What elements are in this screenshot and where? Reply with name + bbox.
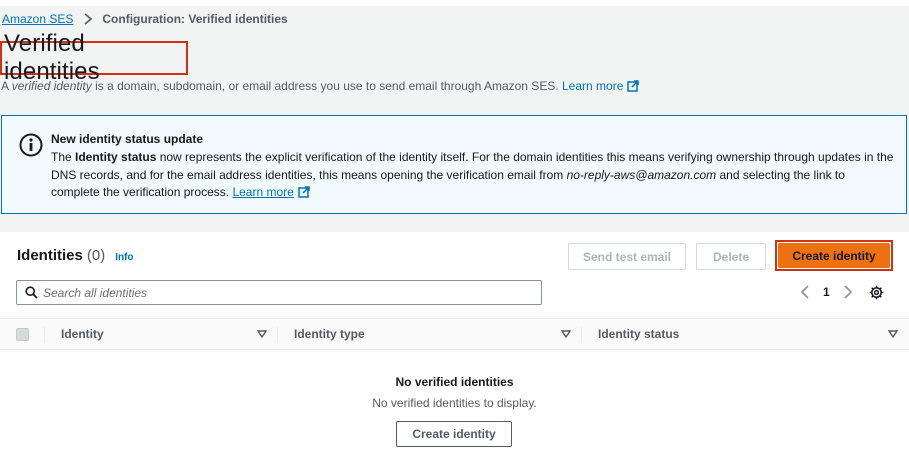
learn-more-link[interactable]: Learn more	[562, 79, 623, 93]
table-header: Identity Identity type Identity status	[0, 318, 909, 350]
column-divider	[581, 327, 582, 343]
empty-state-description: No verified identities to display.	[372, 396, 537, 410]
identities-count: (0)	[86, 247, 106, 264]
external-link-icon[interactable]	[298, 186, 310, 198]
info-link[interactable]: Info	[115, 252, 133, 263]
identities-panel: Identities (0) Info Send test email Dele…	[0, 232, 909, 471]
chevron-left-icon[interactable]	[800, 285, 810, 299]
breadcrumb-current: Configuration: Verified identities	[102, 12, 288, 26]
breadcrumb: Amazon SES Configuration: Verified ident…	[2, 10, 288, 28]
breadcrumb-amazon-ses-link[interactable]: Amazon SES	[2, 12, 73, 26]
column-divider	[277, 327, 278, 343]
chevron-right-icon	[84, 13, 93, 25]
alert-title: New identity status update	[51, 132, 204, 146]
external-link-icon[interactable]	[627, 80, 640, 92]
page-title-highlight: Verified identities	[0, 30, 188, 85]
send-test-email-button[interactable]: Send test email	[568, 243, 686, 270]
create-identity-button[interactable]: Create identity	[778, 243, 890, 268]
info-circle-icon	[19, 133, 43, 157]
empty-state-title: No verified identities	[395, 375, 514, 389]
top-strip	[0, 0, 909, 6]
page-description: A verified identity is a domain, subdoma…	[1, 79, 640, 93]
search-placeholder: Search all identities	[43, 286, 148, 300]
select-all-checkbox[interactable]	[16, 328, 29, 341]
pagination: 1	[800, 282, 884, 302]
page-number[interactable]: 1	[823, 285, 830, 299]
column-divider	[44, 327, 45, 343]
chevron-right-icon[interactable]	[843, 285, 853, 299]
create-identity-highlight: Create identity	[775, 240, 893, 271]
delete-button[interactable]: Delete	[696, 243, 766, 270]
gear-icon[interactable]	[869, 285, 884, 300]
column-identity-type[interactable]: Identity type	[294, 327, 365, 341]
search-input[interactable]: Search all identities	[16, 280, 542, 305]
empty-create-identity-button[interactable]: Create identity	[396, 421, 512, 447]
identities-title: Identities	[17, 247, 83, 264]
column-identity[interactable]: Identity	[61, 327, 104, 341]
alert-learn-more-link[interactable]: Learn more	[232, 185, 293, 199]
alert-body: The Identity status now represents the e…	[51, 150, 894, 199]
column-identity-status[interactable]: Identity status	[598, 327, 679, 341]
caret-down-icon[interactable]	[888, 330, 898, 338]
caret-down-icon[interactable]	[561, 330, 571, 338]
page-title: Verified identities	[4, 30, 100, 85]
caret-down-icon[interactable]	[257, 330, 267, 338]
identity-status-alert: New identity status update The Identity …	[1, 115, 907, 214]
identities-header: Identities (0) Info	[17, 247, 134, 264]
search-icon	[25, 286, 38, 299]
